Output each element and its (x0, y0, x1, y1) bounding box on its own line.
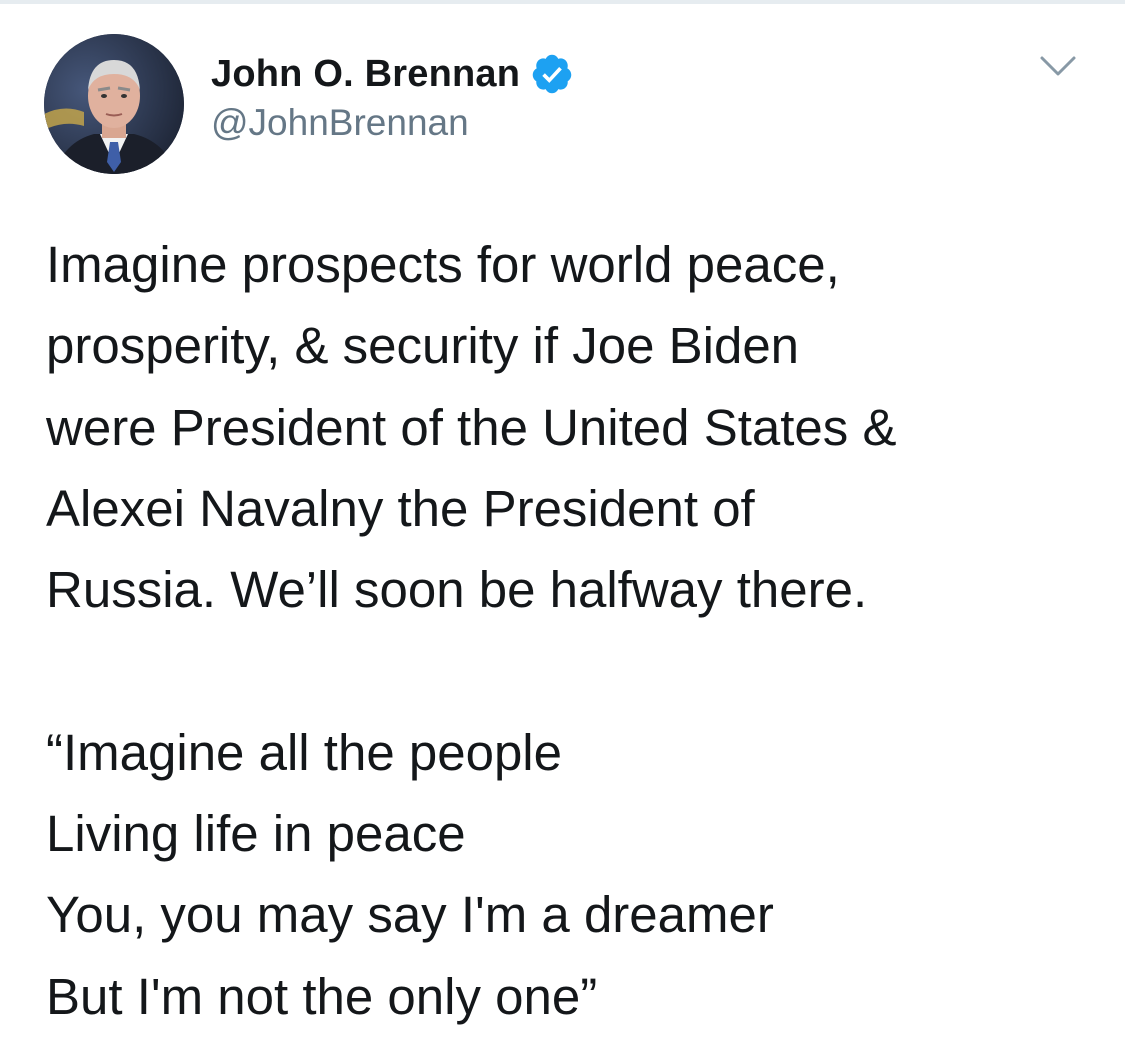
chevron-down-icon[interactable] (1036, 52, 1080, 82)
name-row: John O. Brennan (211, 52, 574, 96)
author-block[interactable]: John O. Brennan @JohnBrennan (211, 52, 574, 144)
tweet-text: Imagine prospects for world peace, prosp… (46, 224, 1106, 1037)
tweet-card[interactable]: John O. Brennan @JohnBrennan Imagine pro… (0, 4, 1125, 1031)
display-name[interactable]: John O. Brennan (211, 53, 520, 96)
avatar[interactable] (44, 34, 184, 174)
tweet-paragraph: Imagine prospects for world peace, prosp… (46, 236, 897, 619)
verified-badge-icon (532, 54, 572, 94)
tweet-quote-paragraph: “Imagine all the people Living life in p… (46, 723, 774, 1025)
user-handle[interactable]: @JohnBrennan (211, 102, 574, 144)
avatar-image (44, 34, 184, 174)
